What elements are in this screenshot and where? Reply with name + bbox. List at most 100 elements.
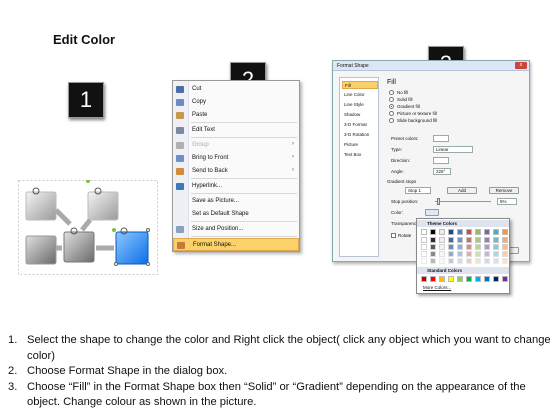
stop-dropdown[interactable]: Stop 1 [405,187,431,194]
fill-radio-4[interactable] [389,118,394,123]
fill-radio-1[interactable] [389,97,394,102]
nav-item-4[interactable]: 3-D Format [342,121,378,129]
close-icon[interactable]: x [515,62,527,69]
fill-radio-3[interactable] [389,111,394,116]
theme-color-shade-swatch[interactable] [484,258,490,264]
menu-item-7[interactable]: Hyperlink... [173,180,299,193]
theme-color-swatch[interactable] [484,229,490,235]
standard-color-swatch[interactable] [439,276,445,282]
theme-color-shade-swatch[interactable] [430,237,436,243]
theme-color-swatch[interactable] [439,229,445,235]
direction-dropdown[interactable] [433,157,449,164]
remove-stop-button[interactable]: Remove [489,187,519,194]
theme-color-shade-swatch[interactable] [475,237,481,243]
add-stop-button[interactable]: Add [447,187,477,194]
menu-item-10[interactable]: Size and Position... [173,223,299,236]
theme-color-shade-swatch[interactable] [430,244,436,250]
theme-color-swatch[interactable] [502,229,508,235]
theme-color-shade-swatch[interactable] [457,251,463,257]
theme-color-shade-swatch[interactable] [439,244,445,250]
menu-item-6[interactable]: Send to Back › [173,165,299,178]
theme-color-shade-swatch[interactable] [421,237,427,243]
nav-item-3[interactable]: Shadow [342,111,378,119]
theme-color-shade-swatch[interactable] [493,258,499,264]
preset-colors-dropdown[interactable] [433,135,449,142]
slider-thumb[interactable] [437,198,440,205]
theme-color-shade-swatch[interactable] [430,251,436,257]
nav-item-6[interactable]: Picture [342,141,378,149]
nav-item-5[interactable]: 3-D Rotation [342,131,378,139]
theme-color-shade-swatch[interactable] [484,237,490,243]
menu-item-9[interactable]: Set as Default Shape [173,208,299,221]
standard-color-swatch[interactable] [448,276,454,282]
theme-color-shade-swatch[interactable] [475,258,481,264]
theme-color-shade-swatch[interactable] [439,237,445,243]
more-colors-link[interactable]: More Colors... [423,285,451,290]
theme-color-shade-swatch[interactable] [457,258,463,264]
theme-color-swatch[interactable] [430,229,436,235]
theme-color-swatch[interactable] [448,229,454,235]
theme-color-shade-swatch[interactable] [439,258,445,264]
theme-color-shade-swatch[interactable] [457,244,463,250]
nav-item-7[interactable]: Text Box [342,151,378,159]
rotate-checkbox[interactable] [391,233,396,238]
angle-input[interactable]: 225° [433,168,451,175]
standard-color-swatch[interactable] [421,276,427,282]
theme-color-swatch[interactable] [475,229,481,235]
theme-color-shade-swatch[interactable] [493,237,499,243]
nav-item-1[interactable]: Line Color [342,91,378,99]
fill-radio-0[interactable] [389,90,394,95]
theme-color-shade-swatch[interactable] [493,244,499,250]
theme-color-shade-swatch[interactable] [448,251,454,257]
theme-color-swatch[interactable] [466,229,472,235]
theme-color-shade-swatch[interactable] [493,251,499,257]
standard-color-swatch[interactable] [475,276,481,282]
theme-color-shade-swatch[interactable] [484,244,490,250]
theme-color-shade-swatch[interactable] [502,237,508,243]
standard-color-swatch[interactable] [466,276,472,282]
nav-item-0[interactable]: Fill [342,81,378,89]
nav-item-2[interactable]: Line Style [342,101,378,109]
theme-color-shade-swatch[interactable] [484,251,490,257]
type-dropdown[interactable]: Linear [433,146,473,153]
theme-color-shade-swatch[interactable] [448,258,454,264]
shapes-diagram[interactable] [18,179,158,275]
color-picker-button[interactable] [425,209,439,216]
standard-color-swatch[interactable] [430,276,436,282]
menu-item-2[interactable]: Paste [173,109,299,122]
theme-color-shade-swatch[interactable] [475,244,481,250]
theme-color-shade-swatch[interactable] [421,244,427,250]
standard-color-swatch[interactable] [493,276,499,282]
menu-item-3[interactable]: Edit Text [173,124,299,137]
theme-color-shade-swatch[interactable] [502,244,508,250]
stop-position-slider[interactable] [435,201,491,202]
theme-color-swatch[interactable] [421,229,427,235]
theme-color-swatch[interactable] [493,229,499,235]
menu-item-5[interactable]: Bring to Front › [173,152,299,165]
menu-item-8[interactable]: Save as Picture... [173,195,299,208]
theme-color-shade-swatch[interactable] [466,244,472,250]
theme-color-shade-swatch[interactable] [421,258,427,264]
theme-color-shade-swatch[interactable] [502,258,508,264]
theme-color-shade-swatch[interactable] [439,251,445,257]
theme-color-shade-swatch[interactable] [466,258,472,264]
theme-color-shade-swatch[interactable] [466,251,472,257]
theme-color-shade-swatch[interactable] [430,258,436,264]
fill-radio-2[interactable] [389,104,394,109]
theme-color-swatch[interactable] [457,229,463,235]
menu-item-11[interactable]: Format Shape... [173,238,299,251]
menu-item-4[interactable]: Group › [173,139,299,152]
stop-position-input[interactable]: 5% [497,198,517,205]
menu-item-1[interactable]: Copy [173,96,299,109]
theme-color-shade-swatch[interactable] [448,237,454,243]
theme-color-shade-swatch[interactable] [475,251,481,257]
theme-color-shade-swatch[interactable] [502,251,508,257]
theme-color-shade-swatch[interactable] [421,251,427,257]
standard-color-swatch[interactable] [457,276,463,282]
standard-color-swatch[interactable] [502,276,508,282]
theme-color-shade-swatch[interactable] [448,244,454,250]
theme-color-shade-swatch[interactable] [457,237,463,243]
theme-color-shade-swatch[interactable] [466,237,472,243]
menu-item-0[interactable]: Cut [173,83,299,96]
standard-color-swatch[interactable] [484,276,490,282]
